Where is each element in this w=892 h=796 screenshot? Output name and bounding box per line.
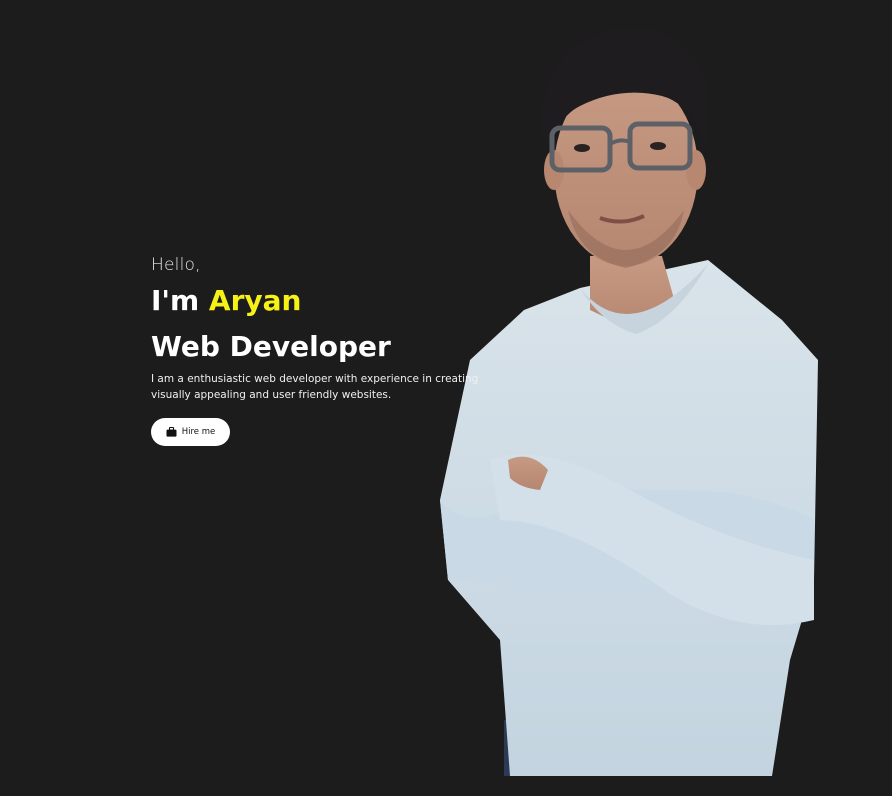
name-highlight: Aryan xyxy=(208,284,302,317)
hire-me-button[interactable]: Hire me xyxy=(151,418,230,446)
greeting-text: Hello, xyxy=(151,255,201,275)
name-prefix: I'm xyxy=(151,284,209,317)
name-heading: I'm Aryan xyxy=(151,281,511,323)
role-heading: Web Developer xyxy=(151,330,391,363)
hire-me-label: Hire me xyxy=(181,427,216,437)
hero-section: Hello, I'm Aryan Web Developer I am a en… xyxy=(0,0,892,796)
bio-text: I am a enthusiastic web developer with e… xyxy=(151,373,479,401)
intro-block: Hello, I'm Aryan Web Developer I am a en… xyxy=(151,252,511,403)
briefcase-icon xyxy=(166,427,177,437)
